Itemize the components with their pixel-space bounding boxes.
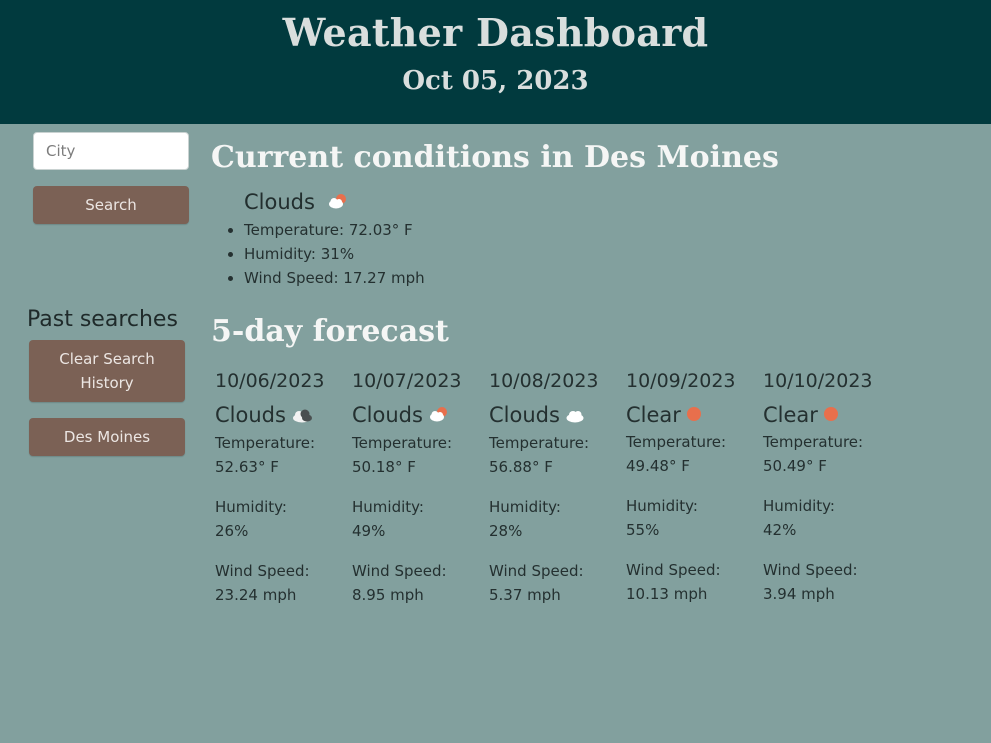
temperature-value: 49.48° F: [626, 457, 690, 475]
forecast-condition: Clouds: [215, 402, 352, 429]
forecast-condition-label: Clear: [763, 403, 818, 427]
wind-label: Wind Speed:: [763, 561, 858, 579]
forecast-humidity: Humidity: 26%: [215, 495, 352, 543]
temperature-value: 56.88° F: [489, 458, 553, 476]
current-conditions-heading: Current conditions in Des Moines: [211, 140, 779, 175]
dark-cloud-icon: [290, 403, 314, 429]
current-wind-speed: Wind Speed: 17.27 mph: [244, 266, 425, 290]
forecast-wind: Wind Speed: 8.95 mph: [352, 559, 489, 607]
white-cloud-icon: [564, 403, 586, 429]
clear-history-button[interactable]: Clear Search History: [29, 340, 185, 402]
forecast-wind: Wind Speed: 10.13 mph: [626, 558, 763, 606]
current-condition: Clouds: [244, 190, 350, 215]
humidity-label: Humidity:: [489, 498, 561, 516]
temperature-label: Temperature:: [215, 434, 316, 452]
current-condition-label: Clouds: [244, 190, 315, 214]
current-temperature: Temperature: 72.03° F: [244, 218, 425, 242]
search-button[interactable]: Search: [33, 186, 189, 224]
forecast-temperature: Temperature: 56.88° F: [489, 431, 626, 479]
humidity-value: 42%: [763, 521, 797, 539]
cloud-sun-icon: [427, 403, 451, 429]
current-humidity: Humidity: 31%: [244, 242, 425, 266]
humidity-label: Humidity:: [215, 498, 287, 516]
forecast-humidity: Humidity: 55%: [626, 494, 763, 542]
temperature-value: 50.18° F: [352, 458, 416, 476]
humidity-value: 55%: [626, 521, 660, 539]
forecast-wind: Wind Speed: 23.24 mph: [215, 559, 352, 607]
forecast-temperature: Temperature: 50.49° F: [763, 430, 900, 478]
cloud-sun-icon: [326, 191, 350, 215]
humidity-label: Humidity:: [626, 497, 698, 515]
forecast-temperature: Temperature: 49.48° F: [626, 430, 763, 478]
forecast-condition: Clear: [626, 402, 763, 428]
sun-icon: [686, 407, 701, 421]
wind-label: Wind Speed:: [489, 562, 584, 580]
forecast-wind: Wind Speed: 5.37 mph: [489, 559, 626, 607]
humidity-value: 26%: [215, 522, 249, 540]
history-item-des-moines[interactable]: Des Moines: [29, 418, 185, 456]
humidity-value: 49%: [352, 522, 386, 540]
wind-label: Wind Speed:: [352, 562, 447, 580]
wind-value: 10.13 mph: [626, 585, 708, 603]
forecast-heading: 5-day forecast: [211, 314, 449, 349]
temperature-label: Temperature:: [626, 433, 727, 451]
forecast-condition-label: Clouds: [352, 403, 423, 427]
forecast-date: 10/10/2023: [763, 370, 873, 392]
forecast-date: 10/09/2023: [626, 370, 736, 392]
temperature-value: 52.63° F: [215, 458, 279, 476]
wind-value: 8.95 mph: [352, 586, 424, 604]
forecast-condition-label: Clear: [626, 403, 681, 427]
humidity-label: Humidity:: [763, 497, 835, 515]
forecast-condition-label: Clouds: [489, 403, 560, 427]
header: Weather Dashboard Oct 05, 2023: [0, 0, 991, 124]
forecast-condition: Clouds: [489, 402, 626, 429]
forecast-day: 10/06/2023 Clouds Temperature: 52.63° F H…: [215, 366, 352, 607]
wind-value: 5.37 mph: [489, 586, 561, 604]
city-search-input[interactable]: [33, 132, 189, 170]
forecast-temperature: Temperature: 52.63° F: [215, 431, 352, 479]
forecast-temperature: Temperature: 50.18° F: [352, 431, 489, 479]
forecast-day: 10/10/2023 Clear Temperature: 50.49° F Hu…: [763, 366, 900, 606]
forecast-day: 10/09/2023 Clear Temperature: 49.48° F Hu…: [626, 366, 763, 606]
temperature-value: 50.49° F: [763, 457, 827, 475]
wind-label: Wind Speed:: [626, 561, 721, 579]
current-date: Oct 05, 2023: [402, 66, 589, 96]
forecast-wind: Wind Speed: 3.94 mph: [763, 558, 900, 606]
current-stats-list: Temperature: 72.03° F Humidity: 31% Wind…: [224, 218, 425, 290]
forecast-date: 10/08/2023: [489, 370, 599, 392]
temperature-label: Temperature:: [489, 434, 590, 452]
page-title: Weather Dashboard: [282, 10, 709, 55]
forecast-condition: Clouds: [352, 402, 489, 429]
temperature-label: Temperature:: [763, 433, 864, 451]
past-searches-heading: Past searches: [27, 307, 178, 332]
humidity-label: Humidity:: [352, 498, 424, 516]
wind-value: 3.94 mph: [763, 585, 835, 603]
temperature-label: Temperature:: [352, 434, 453, 452]
forecast-date: 10/06/2023: [215, 370, 325, 392]
forecast-condition-label: Clouds: [215, 403, 286, 427]
humidity-value: 28%: [489, 522, 523, 540]
forecast-condition: Clear: [763, 402, 900, 428]
wind-value: 23.24 mph: [215, 586, 297, 604]
forecast-humidity: Humidity: 49%: [352, 495, 489, 543]
wind-label: Wind Speed:: [215, 562, 310, 580]
forecast-humidity: Humidity: 42%: [763, 494, 900, 542]
forecast-date: 10/07/2023: [352, 370, 462, 392]
forecast-humidity: Humidity: 28%: [489, 495, 626, 543]
sun-icon: [823, 407, 838, 421]
forecast-day: 10/08/2023 Clouds Temperature: 56.88° F H…: [489, 366, 626, 607]
forecast-day: 10/07/2023 Clouds Temperature: 50.18° F H…: [352, 366, 489, 607]
